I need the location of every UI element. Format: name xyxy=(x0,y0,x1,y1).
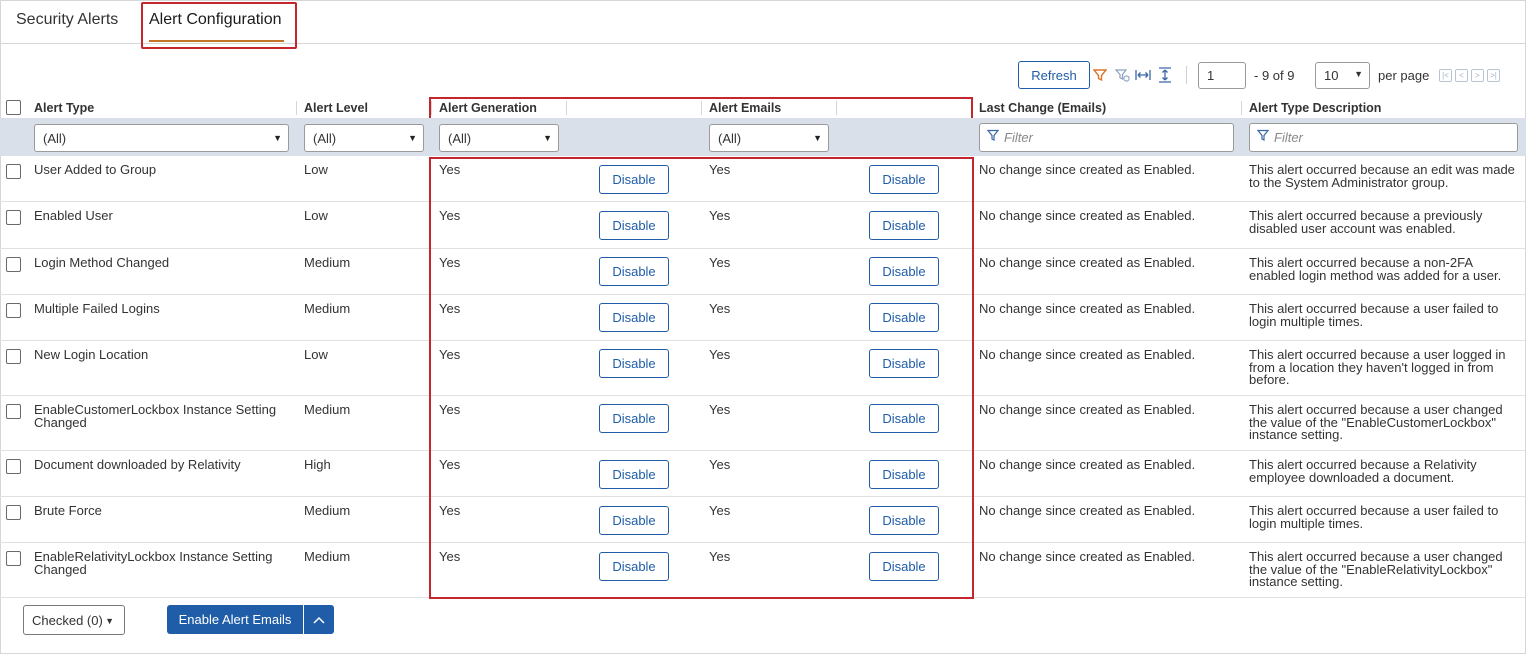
checked-items-dropdown[interactable]: Checked (0) ▼ xyxy=(23,605,125,635)
cell-last-change: No change since created as Enabled. xyxy=(979,301,1196,316)
chevron-down-icon: ▼ xyxy=(1354,69,1363,79)
toolbar-separator xyxy=(1186,66,1187,84)
col-divider xyxy=(296,101,297,115)
cell-description: This alert occurred because a user logge… xyxy=(1249,347,1506,387)
row-checkbox[interactable] xyxy=(6,303,21,318)
cell-alert-type: EnableCustomerLockbox Instance Setting C… xyxy=(34,402,277,430)
cell-last-change: No change since created as Enabled. xyxy=(979,402,1196,417)
cell-alert-type: Document downloaded by Relativity xyxy=(34,457,241,472)
col-alert-type[interactable]: Alert Type xyxy=(34,101,94,115)
cell-alert-type: User Added to Group xyxy=(34,162,157,177)
cell-alert-level: Low xyxy=(304,208,328,223)
cell-alert-level: Low xyxy=(304,347,328,362)
cell-last-change: No change since created as Enabled. xyxy=(979,503,1196,518)
filter-value: (All) xyxy=(448,131,472,146)
row-checkbox[interactable] xyxy=(6,210,21,225)
cell-alert-type: EnableRelativityLockbox Instance Setting… xyxy=(34,549,273,577)
cell-description: This alert occurred because a user chang… xyxy=(1249,549,1503,589)
row-checkbox[interactable] xyxy=(6,404,21,419)
per-page-select[interactable]: 10 ▼ xyxy=(1315,62,1370,89)
row-checkbox[interactable] xyxy=(6,551,21,566)
filter-alert-type[interactable]: (All) ▼ xyxy=(34,124,289,152)
filter-alert-level[interactable]: (All) ▼ xyxy=(304,124,424,152)
prev-page-icon[interactable]: < xyxy=(1455,69,1468,82)
chevron-down-icon: ▼ xyxy=(408,133,417,143)
fit-columns-icon[interactable] xyxy=(1134,66,1152,84)
cell-description: This alert occurred because a non-2FA en… xyxy=(1249,255,1502,283)
chevron-down-icon: ▼ xyxy=(273,133,282,143)
cell-description: This alert occurred because a previously… xyxy=(1249,208,1483,236)
cell-last-change: No change since created as Enabled. xyxy=(979,457,1196,472)
cell-alert-type: New Login Location xyxy=(34,347,149,362)
chevron-down-icon: ▼ xyxy=(105,616,114,626)
cell-last-change: No change since created as Enabled. xyxy=(979,208,1196,223)
row-checkbox[interactable] xyxy=(6,164,21,179)
filter-alert-generation[interactable]: (All) ▼ xyxy=(439,124,559,152)
cell-alert-level: Medium xyxy=(304,255,351,270)
cell-alert-type: Login Method Changed xyxy=(34,255,170,270)
page-count-label: - 9 of 9 xyxy=(1254,68,1295,83)
cell-last-change: No change since created as Enabled. xyxy=(979,255,1196,270)
cell-description: This alert occurred because a Relativity… xyxy=(1249,457,1477,485)
row-checkbox[interactable] xyxy=(6,459,21,474)
filter-alert-emails[interactable]: (All) ▼ xyxy=(709,124,829,152)
col-description[interactable]: Alert Type Description xyxy=(1249,101,1381,115)
page-number-input[interactable]: 1 xyxy=(1198,62,1246,89)
row-checkbox[interactable] xyxy=(6,257,21,272)
cell-alert-type: Brute Force xyxy=(34,503,102,518)
filter-value: (All) xyxy=(43,131,67,146)
cell-description: This alert occurred because a user chang… xyxy=(1249,402,1503,442)
per-page-value: 10 xyxy=(1324,68,1339,83)
cell-description: This alert occurred because a user faile… xyxy=(1249,503,1499,531)
col-divider xyxy=(1241,101,1242,115)
row-checkbox[interactable] xyxy=(6,505,21,520)
filter-placeholder: Filter xyxy=(1004,130,1033,145)
cell-last-change: No change since created as Enabled. xyxy=(979,162,1196,177)
highlight-box-rows xyxy=(429,157,974,599)
select-all-checkbox[interactable] xyxy=(6,100,21,115)
col-last-change[interactable]: Last Change (Emails) xyxy=(979,101,1106,115)
cell-alert-type: Enabled User xyxy=(34,208,113,223)
filter-icon xyxy=(986,129,1000,145)
filter-placeholder: Filter xyxy=(1274,130,1303,145)
cell-alert-level: Low xyxy=(304,162,328,177)
row-checkbox[interactable] xyxy=(6,349,21,364)
filter-icon xyxy=(1256,129,1270,145)
last-page-icon[interactable]: >| xyxy=(1487,69,1500,82)
checked-label: Checked (0) xyxy=(32,612,103,628)
col-alert-level[interactable]: Alert Level xyxy=(304,101,368,115)
chevron-up-icon[interactable] xyxy=(304,605,334,634)
cell-last-change: No change since created as Enabled. xyxy=(979,549,1196,564)
filter-value: (All) xyxy=(718,131,742,146)
filter-icon[interactable] xyxy=(1091,66,1109,84)
expand-rows-icon[interactable] xyxy=(1156,66,1174,84)
cell-alert-level: Medium xyxy=(304,503,351,518)
cell-description: This alert occurred because a user faile… xyxy=(1249,301,1499,329)
chevron-down-icon: ▼ xyxy=(543,133,552,143)
cell-alert-level: Medium xyxy=(304,402,351,417)
cell-description: This alert occurred because an edit was … xyxy=(1249,162,1515,190)
cell-alert-level: High xyxy=(304,457,331,472)
tab-security-alerts[interactable]: Security Alerts xyxy=(16,11,118,29)
highlight-box-header xyxy=(429,97,973,120)
refresh-button[interactable]: Refresh xyxy=(1018,61,1090,89)
filter-description[interactable]: Filter xyxy=(1249,123,1518,152)
cell-alert-type: Multiple Failed Logins xyxy=(34,301,160,316)
cell-alert-level: Medium xyxy=(304,549,351,564)
per-page-label: per page xyxy=(1378,68,1430,83)
cell-last-change: No change since created as Enabled. xyxy=(979,347,1196,362)
highlight-box-tab xyxy=(141,2,297,49)
next-page-icon[interactable]: > xyxy=(1471,69,1484,82)
enable-alert-emails-button[interactable]: Enable Alert Emails xyxy=(167,605,303,634)
filter-last-change[interactable]: Filter xyxy=(979,123,1234,152)
chevron-down-icon: ▼ xyxy=(813,133,822,143)
filter-value: (All) xyxy=(313,131,337,146)
clear-filter-icon[interactable] xyxy=(1113,66,1131,84)
first-page-icon[interactable]: |< xyxy=(1439,69,1452,82)
cell-alert-level: Medium xyxy=(304,301,351,316)
